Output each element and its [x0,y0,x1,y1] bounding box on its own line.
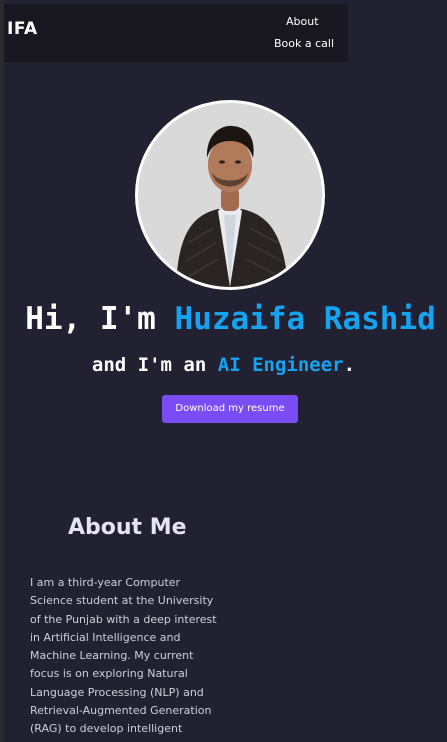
hero-title: Hi, I'm Huzaifa Rashid [0,300,447,338]
about-paragraph: I am a third-year Computer Science stude… [30,574,230,739]
hero-subtitle-prefix: and I'm an [91,354,218,376]
hero-subtitle: and I'm an AI Engineer. [0,353,447,377]
brand-logo-text[interactable]: IFA [7,19,38,39]
profile-photo-illustration [138,103,322,287]
hero-subtitle-suffix: . [343,354,356,376]
hero-role: AI Engineer [217,354,344,376]
about-line: Machine Learning. My current [30,649,194,663]
nav-link-about[interactable]: About [286,15,319,28]
profile-photo [135,100,325,290]
hero-greeting: Hi, I'm [25,301,175,337]
about-line: Retrieval-Augmented Generation [30,704,212,718]
download-resume-button[interactable]: Download my resume [162,395,298,423]
hero-name: Huzaifa Rashid [174,301,436,337]
about-line: (RAG) to develop intelligent [30,722,183,736]
about-line: Language Processing (NLP) and [30,685,204,699]
about-line: Science student at the University [30,594,214,608]
about-line: focus is on exploring Natural [30,667,188,681]
nav-link-book-a-call[interactable]: Book a call [274,37,334,50]
about-line: in Artificial Intelligence and [30,630,181,644]
about-line: I am a third-year Computer [30,576,181,589]
about-line: of the Punjab with a deep interest [30,612,217,626]
navbar: IFA About Book a call [4,4,348,62]
about-heading: About Me [68,515,187,540]
